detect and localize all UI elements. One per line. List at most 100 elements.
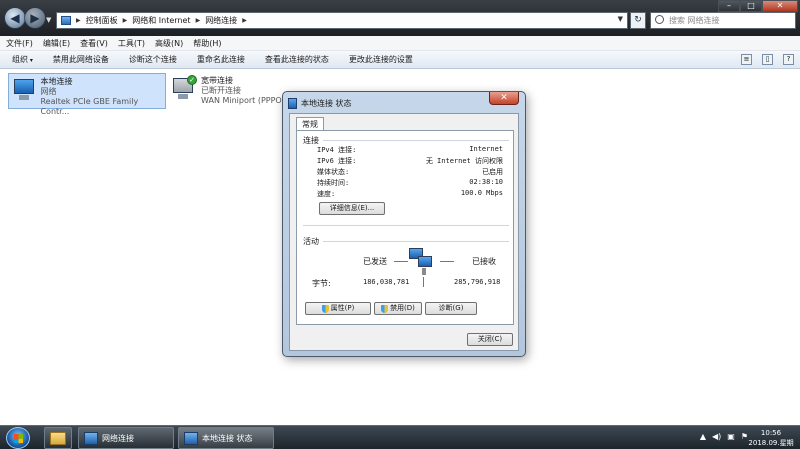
view-options-icon[interactable]: ≡ — [741, 54, 752, 65]
duration-value: 02:38:10 — [469, 178, 503, 186]
clock-date: 2018.09.星期一 — [748, 439, 794, 447]
connection-item-broadband[interactable]: ✓ 宽带连接 已断开连接 WAN Miniport (PPPOE) — [168, 73, 298, 109]
chevron-right-icon[interactable]: ▶ — [76, 17, 81, 24]
system-tray: ▲ ◀) ▣ ⚑ — [700, 432, 748, 441]
explorer-pinned-button[interactable] — [44, 427, 72, 449]
menu-file[interactable]: 文件(F) — [6, 38, 33, 49]
connection-device: WAN Miniport (PPPOE) — [201, 96, 290, 105]
received-dash — [440, 261, 454, 262]
breadcrumb-network-connections[interactable]: 网络连接 — [205, 15, 237, 26]
chevron-right-icon[interactable]: ▶ — [196, 17, 201, 24]
connection-item-local[interactable]: 本地连接 网络 Realtek PCIe GBE Family Contr... — [8, 73, 166, 116]
tab-general[interactable]: 常规 — [296, 117, 324, 131]
maximize-button[interactable]: □ — [740, 0, 762, 12]
ipv6-label: IPv6 连接: — [317, 157, 357, 165]
refresh-button[interactable]: ↻ — [630, 12, 646, 29]
clock[interactable]: 10:56 2018.09.星期一 — [746, 428, 796, 449]
taskbar-item-status-dialog[interactable]: 本地连接 状态 — [178, 427, 274, 449]
minimize-button[interactable]: – — [718, 0, 740, 12]
view-status-button[interactable]: 查看此连接的状态 — [265, 54, 329, 65]
taskbar-item-network-connections[interactable]: 网络连接 — [78, 427, 174, 449]
general-panel: 连接 IPv4 连接: Internet IPv6 连接: 无 Internet… — [296, 130, 514, 325]
menu-edit[interactable]: 编辑(E) — [43, 38, 70, 49]
properties-button[interactable]: 属性(P) — [305, 302, 371, 315]
connection-name: 本地连接 — [40, 77, 73, 86]
search-icon — [655, 15, 664, 24]
divider — [303, 225, 509, 226]
ipv4-row: IPv4 连接: Internet — [317, 145, 503, 155]
shield-icon — [321, 304, 329, 313]
ipv6-value: 无 Internet 访问权限 — [425, 157, 503, 165]
ipv4-value: Internet — [469, 145, 503, 153]
close-dialog-button[interactable]: 关闭(C) — [467, 333, 513, 346]
preview-pane-icon[interactable]: ▯ — [762, 54, 773, 65]
command-bar: 组织 禁用此网络设备 诊断这个连接 重命名此连接 查看此连接的状态 更改此连接的… — [0, 51, 800, 69]
shield-icon — [381, 304, 389, 313]
address-bar[interactable]: ▶ 控制面板 ▶ 网络和 Internet ▶ 网络连接 ▶ ▼ — [56, 12, 628, 29]
speed-value: 100.0 Mbps — [460, 189, 503, 197]
menu-advanced[interactable]: 高级(N) — [155, 38, 183, 49]
separator — [423, 277, 424, 287]
connection-name: 宽带连接 — [201, 76, 233, 85]
chevron-right-icon[interactable]: ▶ — [242, 17, 247, 24]
received-label: 已接收 — [472, 257, 496, 266]
speed-label: 速度: — [317, 190, 336, 198]
rename-connection-button[interactable]: 重命名此连接 — [197, 54, 245, 65]
menu-help[interactable]: 帮助(H) — [193, 38, 221, 49]
chevron-up-icon[interactable]: ▲ — [700, 432, 706, 441]
network-adapter-icon — [288, 97, 297, 109]
organize-button[interactable]: 组织 — [12, 54, 33, 65]
dialog-title: 本地连接 状态 — [301, 98, 352, 108]
disable-button[interactable]: 禁用(D) — [374, 302, 422, 315]
breadcrumb-control-panel[interactable]: 控制面板 — [86, 15, 118, 26]
diagnose-connection-button[interactable]: 诊断这个连接 — [129, 54, 177, 65]
divider — [323, 241, 509, 242]
menu-tools[interactable]: 工具(T) — [118, 38, 145, 49]
ipv4-label: IPv4 连接: — [317, 146, 357, 154]
disable-device-button[interactable]: 禁用此网络设备 — [53, 54, 109, 65]
checkmark-icon: ✓ — [187, 75, 197, 85]
address-history-dropdown[interactable]: ▼ — [618, 15, 623, 23]
back-button[interactable]: ◀ — [4, 7, 26, 29]
disable-label: 禁用(D) — [390, 304, 415, 312]
menu-bar: 文件(F) 编辑(E) 查看(V) 工具(T) 高级(N) 帮助(H) — [0, 36, 800, 51]
properties-label: 属性(P) — [330, 304, 355, 312]
control-panel-icon — [61, 16, 71, 25]
close-button[interactable]: ✕ — [762, 0, 798, 12]
sent-label: 已发送 — [363, 257, 387, 266]
windows-logo-icon-lower — [14, 439, 23, 443]
details-button[interactable]: 详细信息(E)... — [319, 202, 385, 215]
dialog-close-button[interactable]: ✕ — [489, 92, 519, 105]
breadcrumb-network-internet[interactable]: 网络和 Internet — [132, 15, 190, 26]
connection-status: 已断开连接 — [201, 86, 241, 95]
dialog-body: 常规 连接 IPv4 连接: Internet IPv6 连接: 无 Inter… — [289, 113, 519, 351]
chevron-right-icon[interactable]: ▶ — [123, 17, 128, 24]
volume-icon[interactable]: ◀) — [712, 432, 721, 441]
taskbar: 网络连接 本地连接 状态 ▲ ◀) ▣ ⚑ 10:56 2018.09.星期一 — [0, 425, 800, 449]
network-pc-icon — [12, 77, 36, 103]
window-controls: – □ ✕ — [718, 0, 798, 12]
network-icon[interactable]: ▣ — [727, 432, 735, 441]
forward-button[interactable]: ▶ — [24, 7, 46, 29]
dialup-pc-icon: ✓ — [171, 75, 197, 102]
folder-icon — [50, 431, 66, 445]
view-controls: ≡ ▯ ? — [741, 54, 794, 65]
help-icon[interactable]: ? — [783, 54, 794, 65]
network-folder-icon — [84, 431, 98, 445]
clock-time: 10:56 — [760, 429, 782, 437]
connection-status: 网络 — [40, 87, 57, 96]
taskbar-item-label: 本地连接 状态 — [202, 433, 253, 443]
start-button[interactable] — [6, 427, 30, 449]
search-input[interactable]: 搜索 网络连接 — [650, 12, 796, 29]
bytes-label: 字节: — [312, 279, 331, 288]
network-adapter-icon — [184, 431, 198, 445]
change-settings-button[interactable]: 更改此连接的设置 — [349, 54, 413, 65]
diagnose-button[interactable]: 诊断(G) — [425, 302, 477, 315]
menu-view[interactable]: 查看(V) — [80, 38, 108, 49]
divider — [323, 140, 509, 141]
network-activity-icon — [409, 248, 435, 276]
dialog-title-bar: 本地连接 状态 — [288, 96, 352, 110]
bytes-sent-value: 186,038,781 — [363, 278, 410, 286]
recent-pages-dropdown[interactable]: ▼ — [46, 16, 51, 24]
media-state-value: 已启用 — [482, 168, 503, 176]
